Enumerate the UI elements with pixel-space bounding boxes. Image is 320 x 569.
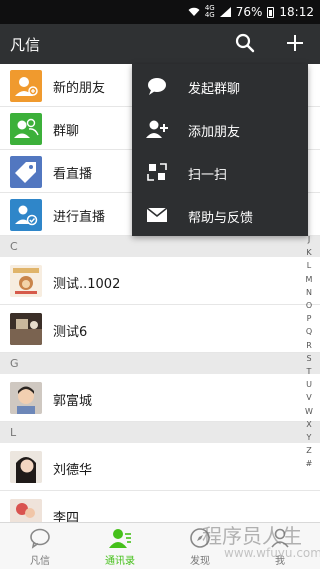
contact-name: 测试..1002 [53, 277, 121, 292]
contacts-icon [109, 529, 131, 548]
chat-bubble-icon [30, 528, 50, 549]
index-letter[interactable]: S [306, 352, 311, 365]
plus-icon[interactable] [284, 32, 306, 54]
index-letter[interactable]: U [306, 378, 312, 391]
new-friends-icon [10, 70, 42, 102]
index-letter[interactable]: J [308, 233, 310, 246]
signal-icon [219, 7, 231, 17]
tab-label: 发现 [190, 556, 210, 567]
index-letter[interactable]: N [306, 286, 312, 299]
tab-label: 通讯录 [105, 556, 135, 567]
index-letter[interactable]: M [306, 273, 313, 286]
index-letter[interactable]: Q [306, 325, 312, 338]
avatar [10, 451, 42, 483]
contact-name: 新的朋友 [53, 81, 106, 96]
contact-name: 测试6 [53, 325, 88, 340]
index-letter[interactable]: K [306, 246, 311, 259]
section-header-l: L [0, 422, 320, 443]
menu-item-help-feedback[interactable]: 帮助与反馈 [132, 193, 308, 236]
avatar [10, 265, 42, 297]
index-letter[interactable]: T [307, 365, 312, 378]
section-header-g: G [0, 353, 320, 374]
tab-label: 凡信 [30, 556, 50, 567]
tab-discover[interactable]: 发现 [160, 523, 240, 569]
index-letter[interactable]: V [306, 391, 311, 404]
clock: 18:12 [279, 5, 314, 19]
tag-icon [10, 156, 42, 188]
tab-contacts[interactable]: 通讯录 [80, 523, 160, 569]
avatar [10, 382, 42, 414]
contact-name: 刘德华 [53, 463, 93, 478]
profile-check-icon [10, 199, 42, 231]
compass-icon [190, 528, 210, 548]
mail-icon [146, 207, 168, 222]
alphabet-index[interactable]: J K L M N O P Q R S T U V W X Y Z # [302, 233, 316, 471]
avatar [10, 499, 42, 522]
menu-item-start-group-chat[interactable]: 发起群聊 [132, 64, 308, 107]
contact-name: 看直播 [53, 167, 93, 182]
index-letter[interactable]: P [307, 312, 312, 325]
tab-me[interactable]: 我 [240, 523, 320, 569]
menu-item-label: 添加朋友 [188, 125, 241, 140]
menu-item-scan[interactable]: 扫一扫 [132, 150, 308, 193]
battery-percent: 76% [235, 5, 263, 19]
scan-icon [147, 163, 167, 181]
tab-label: 我 [275, 556, 285, 567]
contact-row[interactable]: 测试..1002 [0, 257, 320, 305]
menu-item-label: 帮助与反馈 [188, 211, 254, 226]
bottom-tab-bar: 凡信 通讯录 发现 我 [0, 522, 320, 569]
avatar [10, 313, 42, 345]
battery-icon [267, 6, 275, 18]
tab-chats[interactable]: 凡信 [0, 523, 80, 569]
index-letter[interactable]: W [305, 405, 313, 418]
index-letter[interactable]: Y [307, 431, 312, 444]
contact-row[interactable]: 测试6 [0, 305, 320, 353]
wifi-icon [188, 7, 200, 16]
contact-row[interactable]: 李四 [0, 491, 320, 522]
contact-row[interactable]: 郭富城 [0, 374, 320, 422]
network-type: 4G 4G [204, 4, 215, 19]
index-letter[interactable]: R [306, 339, 312, 352]
person-icon [271, 528, 289, 548]
search-icon[interactable] [234, 32, 256, 54]
status-bar: 4G 4G 76% 18:12 [0, 0, 320, 24]
contact-row[interactable]: 刘德华 [0, 443, 320, 491]
app-title: 凡信 [10, 36, 41, 54]
section-header-c: C [0, 236, 320, 257]
index-letter[interactable]: Z [306, 444, 311, 457]
index-letter[interactable]: # [306, 457, 313, 470]
contact-name: 进行直播 [53, 210, 106, 225]
add-person-icon [146, 120, 168, 138]
menu-item-add-friend[interactable]: 添加朋友 [132, 107, 308, 150]
contact-name: 郭富城 [53, 394, 93, 409]
index-letter[interactable]: L [307, 259, 311, 272]
chat-bubble-icon [148, 78, 166, 95]
index-letter[interactable]: X [306, 418, 311, 431]
popup-menu: 发起群聊 添加朋友 扫一扫 帮助与反馈 [132, 64, 308, 236]
group-chat-icon [10, 113, 42, 145]
contact-name: 李四 [53, 511, 80, 522]
menu-item-label: 扫一扫 [188, 168, 228, 183]
app-header: 凡信 [0, 24, 320, 64]
contact-name: 群聊 [53, 124, 80, 139]
index-letter[interactable]: O [306, 299, 312, 312]
menu-item-label: 发起群聊 [188, 82, 241, 97]
